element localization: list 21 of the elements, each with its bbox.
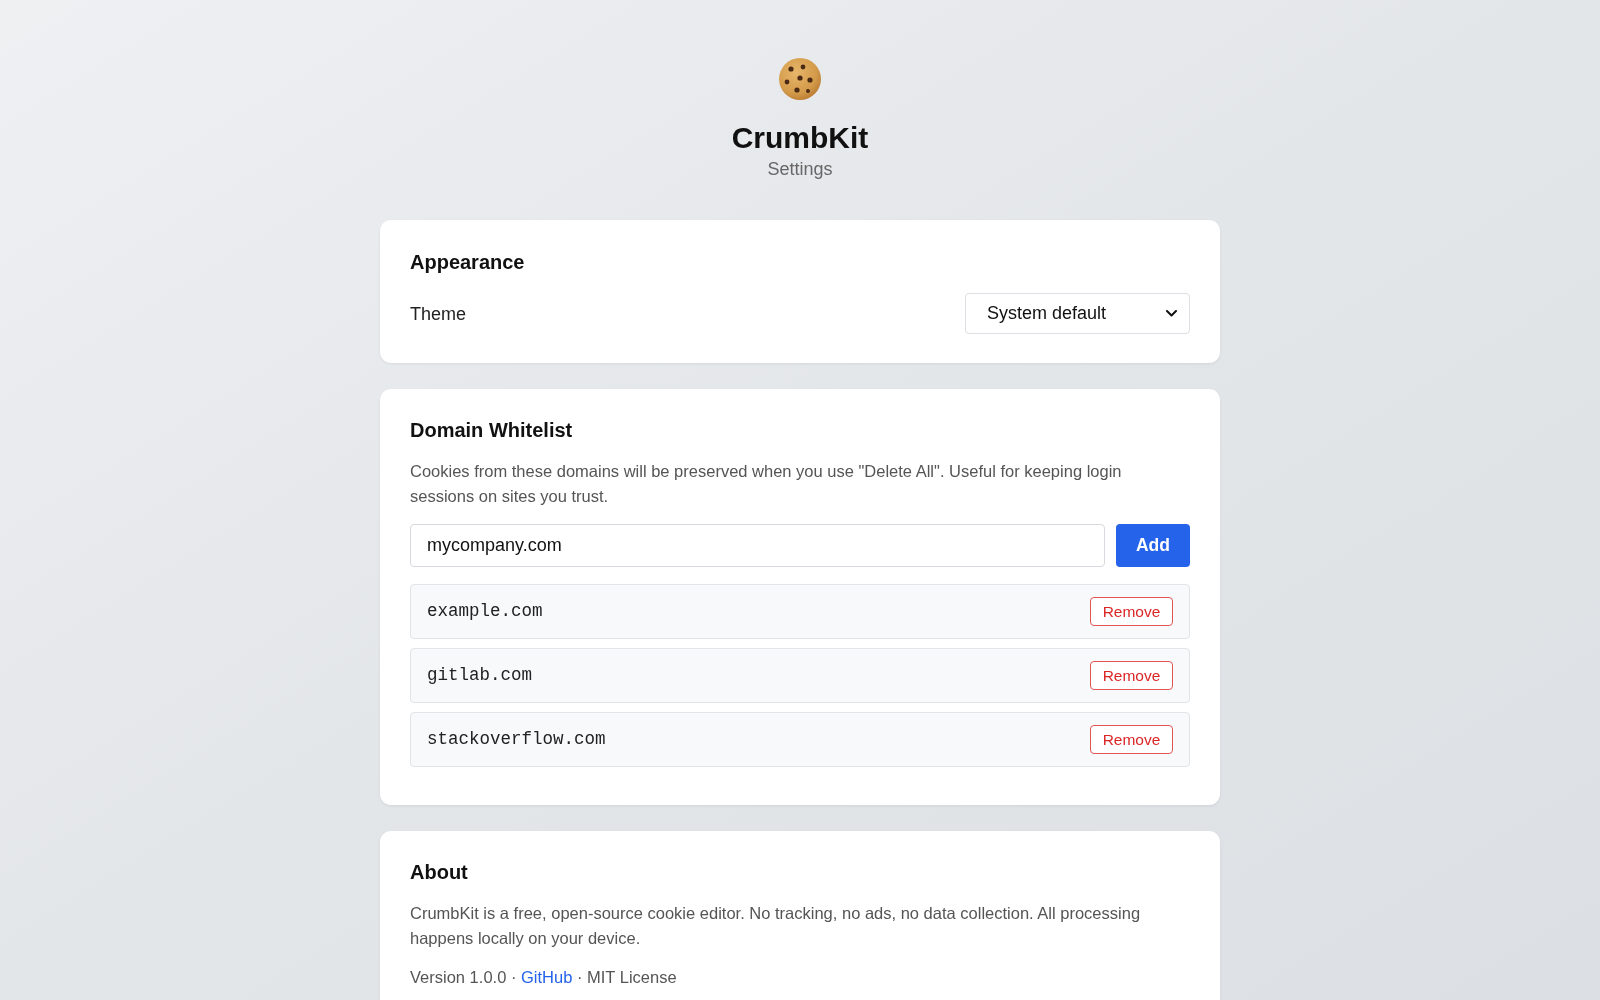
whitelist-description: Cookies from these domains will be preserved when you use "Delete All". Useful for keeping login sessions on sites you trust. bbox=[410, 461, 1123, 507]
domain-name: stackoverflow.com bbox=[427, 728, 606, 752]
section-heading: Appearance bbox=[410, 250, 526, 274]
remove-button[interactable]: Remove bbox=[1090, 597, 1173, 626]
domain-input[interactable]: mycompany.com bbox=[410, 524, 1105, 567]
domain-name: example.com bbox=[427, 600, 543, 624]
theme-label: Theme bbox=[410, 302, 467, 325]
section-heading: Domain Whitelist bbox=[410, 418, 574, 442]
chevron-down-icon bbox=[1166, 310, 1177, 317]
page-subtitle: Settings bbox=[767, 158, 833, 180]
about-description: CrumbKit is a free, open-source cookie editor. No tracking, no ads, no data collection. All processing happens locally on your device. bbox=[410, 903, 1142, 949]
version-line: Version 1.0.0 · GitHub · MIT License bbox=[410, 967, 678, 988]
github-link[interactable]: GitHub bbox=[521, 968, 573, 986]
theme-select[interactable]: System default bbox=[965, 293, 1190, 334]
remove-button[interactable]: Remove bbox=[1090, 725, 1173, 754]
cookie-icon bbox=[779, 58, 821, 100]
section-heading: About bbox=[410, 860, 469, 884]
domain-name: gitlab.com bbox=[427, 664, 533, 688]
app-title: CrumbKit bbox=[731, 120, 869, 156]
add-button[interactable]: Add bbox=[1116, 524, 1190, 567]
remove-button[interactable]: Remove bbox=[1090, 661, 1173, 690]
